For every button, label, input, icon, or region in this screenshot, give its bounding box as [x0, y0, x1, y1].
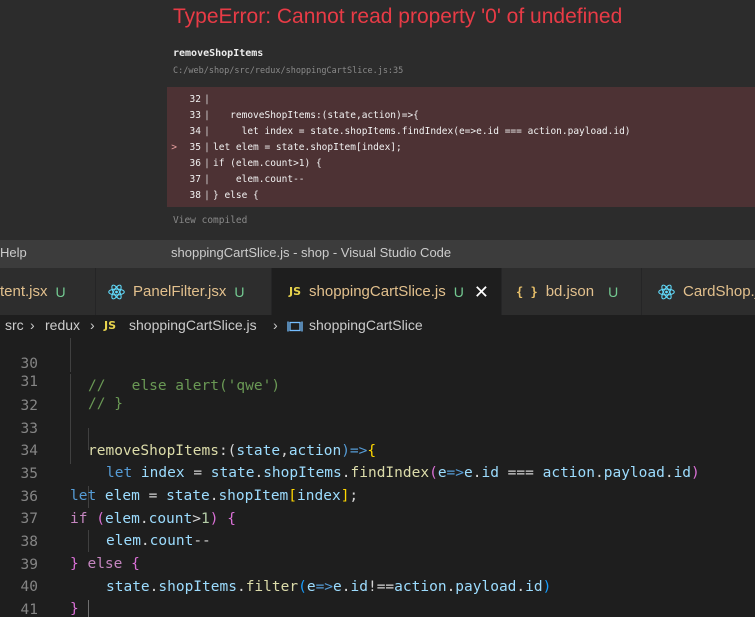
- error-line-number: 32: [189, 94, 201, 105]
- code-line-36: 36 if (elem.count>1) {: [0, 463, 755, 528]
- code-line-40: 40 }: [0, 553, 755, 617]
- js-file-icon: JS: [289, 285, 302, 298]
- error-line-code: let elem = state.shopItem[index];: [213, 142, 402, 153]
- chevron-right-icon: ›: [90, 317, 95, 333]
- error-code-frame: 32 | 33 | removeShopItems:(state,action)=>…: [167, 87, 755, 207]
- untracked-badge: U: [55, 283, 66, 300]
- error-code-line: 38 |} else {: [167, 188, 259, 204]
- code-line-38: 38 } else {: [0, 508, 755, 573]
- gutter-bar: |: [204, 110, 210, 121]
- chevron-right-icon: ›: [30, 317, 35, 333]
- tab-label: bd.json: [545, 283, 595, 300]
- code-line-33: 33 removeShopItems:(state,action)=>{: [0, 395, 755, 460]
- error-title: TypeError: Cannot read property '0' of u…: [173, 5, 623, 28]
- error-function-name: removeShopItems: [173, 48, 264, 59]
- tab-label: PanelFilter.jsx: [133, 283, 227, 300]
- error-code-line: 36 | if (elem.count>1) {: [167, 156, 322, 172]
- code-line-37: 37 elem.count--: [0, 485, 755, 550]
- untracked-badge: U: [234, 283, 245, 300]
- tab-cardshop[interactable]: CardShop.j: [642, 268, 755, 315]
- untracked-badge: U: [608, 283, 619, 300]
- breadcrumb: src › redux › JS shoppingCartSlice.js › …: [0, 315, 755, 338]
- error-line-number: 37: [189, 174, 201, 185]
- error-line-code: if (elem.count>1) {: [213, 158, 322, 169]
- breadcrumb-src[interactable]: src: [5, 317, 24, 333]
- error-line-code: let index = state.shopItems.findIndex(e=…: [213, 126, 631, 137]
- gutter-bar: |: [204, 158, 210, 169]
- gutter-bar: |: [204, 94, 210, 105]
- code-line-35: 35 let elem = state.shopItem[index];: [0, 440, 755, 505]
- error-code-line: 37 | elem.count--: [167, 172, 305, 188]
- error-line-marker: >: [171, 142, 177, 153]
- breadcrumb-redux[interactable]: redux: [45, 317, 80, 333]
- tab-label: shoppingCartSlice.js: [309, 283, 446, 300]
- react-icon: [658, 284, 675, 300]
- window-title: shoppingCartSlice.js - shop - Visual Stu…: [171, 245, 452, 260]
- untracked-badge: U: [453, 283, 464, 300]
- gutter-bar: |: [204, 126, 210, 137]
- error-code-line: 32 |: [167, 92, 213, 108]
- window-titlebar: Help shoppingCartSlice.js - shop - Visua…: [0, 240, 755, 268]
- breadcrumb-symbol[interactable]: shoppingCartSlice: [309, 317, 423, 333]
- code-line-34: 34 let index = state.shopItems.findIndex…: [0, 417, 755, 482]
- error-code-line-highlighted: >35 | let elem = state.shopItem[index];: [167, 140, 402, 156]
- tab-panelfilter[interactable]: PanelFilter.jsx U: [96, 268, 272, 315]
- gutter-bar: |: [204, 174, 210, 185]
- error-code-line: 33 | removeShopItems:(state,action)=>{: [167, 108, 419, 124]
- tab-label: tent.jsx: [0, 283, 48, 300]
- error-file-path[interactable]: C:/web/shop/src/redux/shoppingCartSlice.…: [173, 66, 403, 76]
- tab-shoppingcartslice[interactable]: JS shoppingCartSlice.js U ✕: [272, 268, 502, 315]
- code-line-32: 32: [0, 372, 755, 414]
- code-line-39: 39 state.shopItems.filter(e=>e.id!==acti…: [0, 531, 755, 596]
- error-line-number: 36: [189, 158, 201, 169]
- error-line-number: 34: [189, 126, 201, 137]
- breadcrumb-file[interactable]: shoppingCartSlice.js: [129, 317, 257, 333]
- error-line-code: removeShopItems:(state,action)=>{: [213, 110, 419, 121]
- json-file-icon: { }: [516, 284, 538, 299]
- code-editor[interactable]: 30 // else alert('qwe') 31 // } 32 33 re…: [0, 338, 755, 617]
- code-line-42: 42: [0, 599, 755, 617]
- js-file-icon: JS: [104, 319, 117, 332]
- chevron-right-icon: ›: [273, 317, 278, 333]
- gutter-bar: |: [204, 142, 210, 153]
- error-line-code: elem.count--: [213, 174, 305, 185]
- error-code-line: 34 | let index = state.shopItems.findInde…: [167, 124, 631, 140]
- tab-bd-json[interactable]: { } bd.json U: [502, 268, 642, 315]
- error-overlay: TypeError: Cannot read property '0' of u…: [0, 0, 755, 240]
- symbol-variable-icon: [287, 320, 303, 336]
- react-icon: [108, 284, 125, 300]
- error-line-number: 35: [189, 142, 201, 153]
- error-line-number: 38: [189, 190, 201, 201]
- tab-content-jsx[interactable]: tent.jsx U: [0, 268, 96, 315]
- editor-tab-bar: tent.jsx U PanelFilter.jsx U JS shopping…: [0, 268, 755, 315]
- view-compiled-link[interactable]: View compiled: [173, 215, 247, 226]
- tab-label: CardShop.j: [683, 283, 755, 300]
- gutter-bar: |: [204, 190, 210, 201]
- code-line-31: 31 // }: [0, 348, 755, 413]
- close-icon[interactable]: ✕: [474, 283, 489, 301]
- code-line-41: 41 }: [0, 576, 755, 617]
- error-line-number: 33: [189, 110, 201, 121]
- menu-help[interactable]: Help: [0, 245, 27, 260]
- error-line-code: } else {: [213, 190, 259, 201]
